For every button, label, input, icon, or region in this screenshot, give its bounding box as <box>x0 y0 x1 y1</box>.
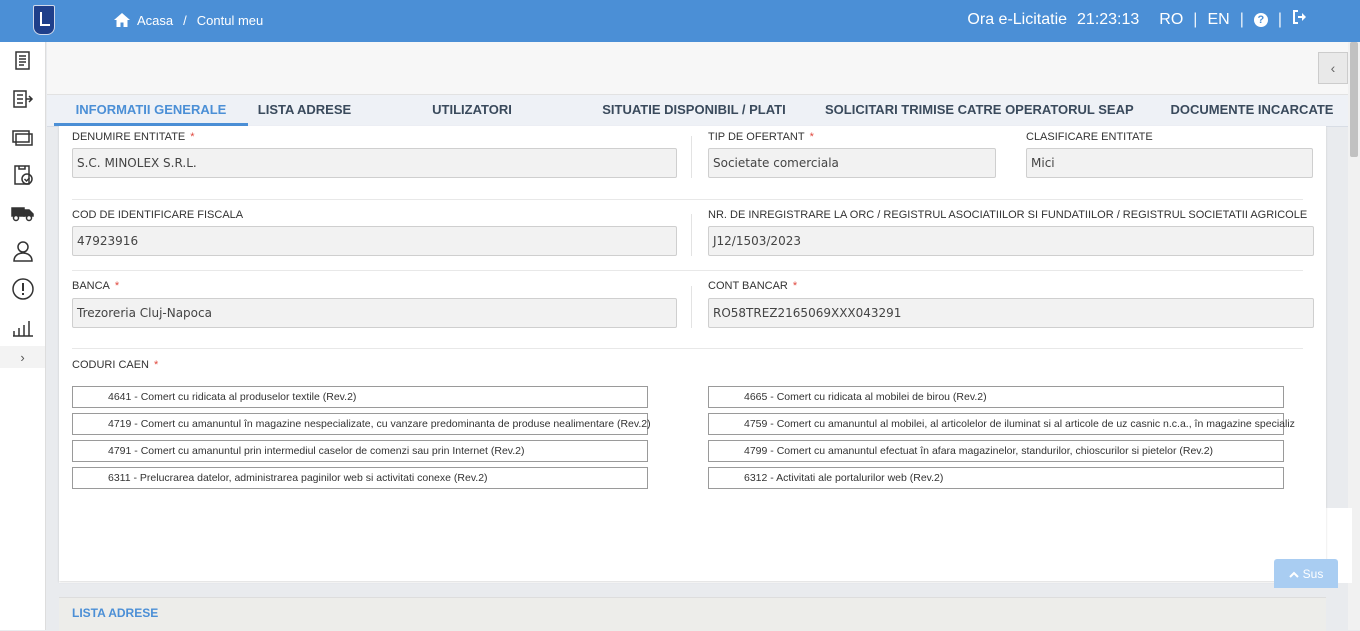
caen-item[interactable]: 4759 - Comert cu amanuntul al mobilei, a… <box>708 413 1295 435</box>
cif-field[interactable]: 47923916 <box>72 226 677 256</box>
banca-label: BANCA * <box>72 280 120 292</box>
denumire-field[interactable]: S.C. MINOLEX S.R.L. <box>72 148 677 178</box>
scroll-to-top-button[interactable]: Sus <box>1274 559 1338 588</box>
separator: | <box>1277 10 1282 28</box>
top-right-controls: Ora e-Licitatie 21:23:13 RO | EN | ? | <box>967 10 1308 29</box>
export-list-icon[interactable] <box>0 80 45 118</box>
help-icon[interactable]: ? <box>1253 12 1268 27</box>
tab-lista-adrese[interactable]: LISTA ADRESE <box>248 95 361 126</box>
separator: | <box>1193 10 1198 28</box>
divider <box>691 136 692 178</box>
divider <box>72 199 1303 200</box>
clock-label: Ora e-Licitatie <box>967 10 1068 28</box>
tabs-bar: INFORMATII GENERALE LISTA ADRESE UTILIZA… <box>47 95 1348 127</box>
cont-bancar-field[interactable]: RO58TREZ2165069XXX043291 <box>708 298 1314 328</box>
caen-item[interactable]: 4641 - Comert cu ridicata al produselor … <box>72 386 648 408</box>
caen-item[interactable]: 6312 - Activitati ale portalurilor web (… <box>708 467 1284 489</box>
divider <box>72 348 1303 349</box>
app-logo[interactable] <box>33 5 55 35</box>
caen-label: CODURI CAEN * <box>72 359 159 371</box>
divider <box>72 270 1303 271</box>
scrollbar-thumb[interactable] <box>1350 42 1358 157</box>
caen-item[interactable]: 6311 - Prelucrarea datelor, administrare… <box>72 467 648 489</box>
orc-field[interactable]: J12/1503/2023 <box>708 226 1314 256</box>
tab-informatii-generale[interactable]: INFORMATII GENERALE <box>54 95 248 126</box>
tab-utilizatori[interactable]: UTILIZATORI <box>422 95 522 126</box>
tip-ofertant-label: TIP DE OFERTANT * <box>708 131 814 143</box>
tab-situatie-disponibil-plati[interactable]: SITUATIE DISPONIBIL / PLATI <box>599 95 789 126</box>
divider <box>691 214 692 256</box>
caen-item[interactable]: 4799 - Comert cu amanuntul efectuat în a… <box>708 440 1284 462</box>
sidebar-expand-button[interactable]: › <box>0 346 45 368</box>
tab-documente-incarcate[interactable]: DOCUMENTE INCARCATE <box>1169 95 1335 126</box>
clasificare-field[interactable]: Mici <box>1026 148 1313 178</box>
document-icon[interactable] <box>0 42 45 80</box>
caen-item[interactable]: 4665 - Comert cu ridicata al mobilei de … <box>708 386 1284 408</box>
divider <box>691 286 692 328</box>
toolbar: ‹ <box>47 42 1348 95</box>
home-icon[interactable] <box>113 12 131 28</box>
logout-icon[interactable] <box>1292 10 1308 29</box>
banca-field[interactable]: Trezoreria Cluj-Napoca <box>72 298 677 328</box>
lang-ro-link[interactable]: RO <box>1159 11 1183 29</box>
section-title: LISTA ADRESE <box>72 606 159 620</box>
bar-chart-icon[interactable] <box>0 308 45 346</box>
breadcrumb: Acasa / Contul meu <box>113 12 263 28</box>
cards-icon[interactable] <box>0 118 45 156</box>
lang-en-link[interactable]: EN <box>1207 11 1229 29</box>
breadcrumb-home-link[interactable]: Acasa <box>137 13 173 28</box>
general-info-panel: DENUMIRE ENTITATE * S.C. MINOLEX S.R.L. T… <box>59 126 1326 581</box>
breadcrumb-separator: / <box>183 12 187 28</box>
scroll-to-top-label: Sus <box>1302 566 1324 581</box>
clasificare-label: CLASIFICARE ENTITATE <box>1026 131 1153 143</box>
separator: | <box>1239 10 1244 28</box>
collapse-button[interactable]: ‹ <box>1318 52 1348 84</box>
breadcrumb-current: Contul meu <box>196 12 264 28</box>
caen-item[interactable]: 4719 - Comert cu amanuntul în magazine n… <box>72 413 651 435</box>
clipboard-check-icon[interactable] <box>0 156 45 194</box>
chevron-up-icon <box>1288 567 1299 581</box>
top-bar: Acasa / Contul meu Ora e-Licitatie 21:23… <box>0 0 1360 42</box>
orc-label: NR. DE INREGISTRARE LA ORC / REGISTRUL A… <box>708 209 1308 221</box>
alert-icon[interactable] <box>0 270 45 308</box>
main-content: ‹ INFORMATII GENERALE LISTA ADRESE UTILI… <box>47 42 1352 631</box>
user-icon[interactable] <box>0 232 45 270</box>
sidebar: › <box>0 42 46 630</box>
clock-time: 21:23:13 <box>1077 10 1140 28</box>
denumire-label: DENUMIRE ENTITATE * <box>72 131 195 143</box>
lista-adrese-section-header[interactable]: LISTA ADRESE <box>59 597 1326 631</box>
caen-item[interactable]: 4791 - Comert cu amanuntul prin intermed… <box>72 440 648 462</box>
cont-bancar-label: CONT BANCAR * <box>708 280 798 292</box>
truck-icon[interactable] <box>0 194 45 232</box>
tip-ofertant-field[interactable]: Societate comerciala <box>708 148 996 178</box>
tab-solicitari-seap[interactable]: SOLICITARI TRIMISE CATRE OPERATORUL SEAP <box>825 95 1134 126</box>
cif-label: COD DE IDENTIFICARE FISCALA <box>72 209 244 221</box>
